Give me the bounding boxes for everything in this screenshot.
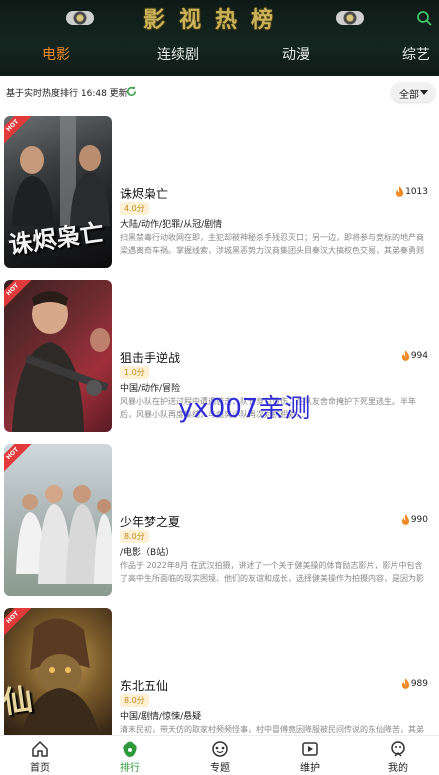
item-title: 诛烬枭亡	[120, 187, 169, 201]
home-icon	[32, 741, 48, 757]
item-tags: 大陆/动作/犯罪/从冠/剧情	[120, 220, 223, 230]
poster-figures	[16, 485, 112, 584]
search-icon	[417, 11, 432, 26]
ranking-icon	[123, 741, 137, 757]
nav-label: 首页	[30, 763, 50, 774]
nav-home[interactable]: 首页	[10, 740, 70, 774]
score-badge: 8.0分	[120, 530, 149, 543]
tab-anime[interactable]: 动漫	[282, 44, 310, 64]
brand-banner: 影视热榜	[60, 4, 370, 33]
list-item[interactable]: HOT 仙 东北五仙 989 8.0分 中国/剧情/惊悚/悬疑 清末民初，带天仿…	[0, 602, 439, 735]
nav-label: 我的	[388, 763, 408, 774]
score-badge: 8.0分	[120, 694, 149, 707]
profile-icon	[391, 741, 405, 757]
heat-value: 989	[410, 678, 428, 689]
app-header: 影视热榜 电影 连续剧 动漫 综艺	[0, 0, 439, 76]
item-description: 扫黑禁毒行动收网在即，主犯却被神秘杀手残忍灭口；另一边，即将参与竞标的地产商梁遇…	[120, 233, 424, 255]
nav-topic[interactable]: 专题	[190, 740, 250, 774]
poster-image: HOT	[4, 444, 112, 596]
heat-count: 989	[401, 678, 428, 689]
ranking-info-bar: 基于实时热度排行 16:48 更新 全部	[0, 79, 439, 105]
film-reel-icon	[66, 11, 94, 25]
heat-count: 1013	[395, 186, 428, 197]
heat-value: 990	[410, 514, 428, 525]
flame-icon	[401, 678, 409, 689]
refresh-icon[interactable]	[125, 85, 138, 98]
poster-figures	[12, 291, 110, 432]
caret-down-icon	[420, 90, 428, 95]
item-tags: /电影（B站）	[120, 548, 175, 558]
topic-icon	[212, 741, 228, 757]
item-tags: 中国/动作/冒险	[120, 384, 181, 394]
brand-title: 影视热榜	[142, 7, 287, 33]
list-item[interactable]: HOT 少年梦之夏 990 8.0分 /电影（B站） 作品于 2022年8月 在…	[0, 438, 439, 603]
bottom-nav: 首页 排行 专题 维护 我的	[0, 735, 439, 775]
film-reel-icon	[336, 11, 364, 25]
item-meta: 诛烬枭亡 1013 4.0分 大陆/动作/犯罪/从冠/剧情 扫黑禁毒行动收网在即…	[120, 110, 434, 275]
nav-label: 维护	[300, 763, 320, 774]
nav-label: 排行	[120, 763, 140, 774]
heat-value: 1013	[405, 186, 428, 197]
score-badge: 1.0分	[120, 366, 149, 379]
list-item[interactable]: HOT 诛烬枭亡 诛烬枭亡 1013 4.0分 大陆/动作/犯罪/从冠/剧情 扫…	[0, 110, 439, 275]
search-button[interactable]	[415, 9, 433, 27]
nav-ranking[interactable]: 排行	[100, 740, 160, 774]
item-title: 东北五仙	[120, 679, 169, 693]
poster-image: HOT 仙	[4, 608, 112, 735]
category-tabs: 电影 连续剧 动漫 综艺	[0, 36, 439, 70]
item-title: 少年梦之夏	[120, 515, 181, 529]
item-tags: 中国/剧情/惊悚/悬疑	[120, 712, 202, 722]
item-description: 作品于 2022年8月 在武汉拍摄，讲述了一个关于健美操的体育励志影片，影片中包…	[120, 561, 424, 583]
filter-dropdown[interactable]: 全部	[391, 82, 435, 102]
item-meta: 东北五仙 989 8.0分 中国/剧情/惊悚/悬疑 清末民初，带天仿的取家村频频…	[120, 602, 434, 735]
update-time-text: 基于实时热度排行 16:48 更新	[6, 89, 128, 99]
item-meta: 少年梦之夏 990 8.0分 /电影（B站） 作品于 2022年8月 在武汉拍摄…	[120, 438, 434, 603]
poster-image: HOT	[4, 280, 112, 432]
flame-icon	[401, 514, 409, 525]
nav-label: 专题	[210, 763, 230, 774]
nav-maintenance[interactable]: 维护	[280, 740, 340, 774]
item-description: 清末民初，带天仿的取家村频频怪事，村中冒傅竟因降服被民间传说的东仙降苦，其弟子那…	[120, 725, 424, 734]
score-badge: 4.0分	[120, 202, 149, 215]
maintenance-icon	[302, 742, 318, 756]
flame-icon	[401, 350, 409, 361]
flame-icon	[395, 186, 404, 197]
filter-label: 全部	[399, 90, 419, 101]
nav-profile[interactable]: 我的	[368, 740, 428, 774]
tab-series[interactable]: 连续剧	[157, 44, 199, 64]
watermark-text: yx007亲测	[178, 394, 311, 424]
item-title: 狙击手逆战	[120, 351, 181, 365]
heat-count: 994	[401, 350, 428, 361]
heat-count: 990	[401, 514, 428, 525]
heat-value: 994	[410, 350, 428, 361]
tab-movie[interactable]: 电影	[42, 44, 70, 64]
tab-variety[interactable]: 综艺	[402, 44, 430, 64]
poster-image: HOT 诛烬枭亡	[4, 116, 112, 268]
